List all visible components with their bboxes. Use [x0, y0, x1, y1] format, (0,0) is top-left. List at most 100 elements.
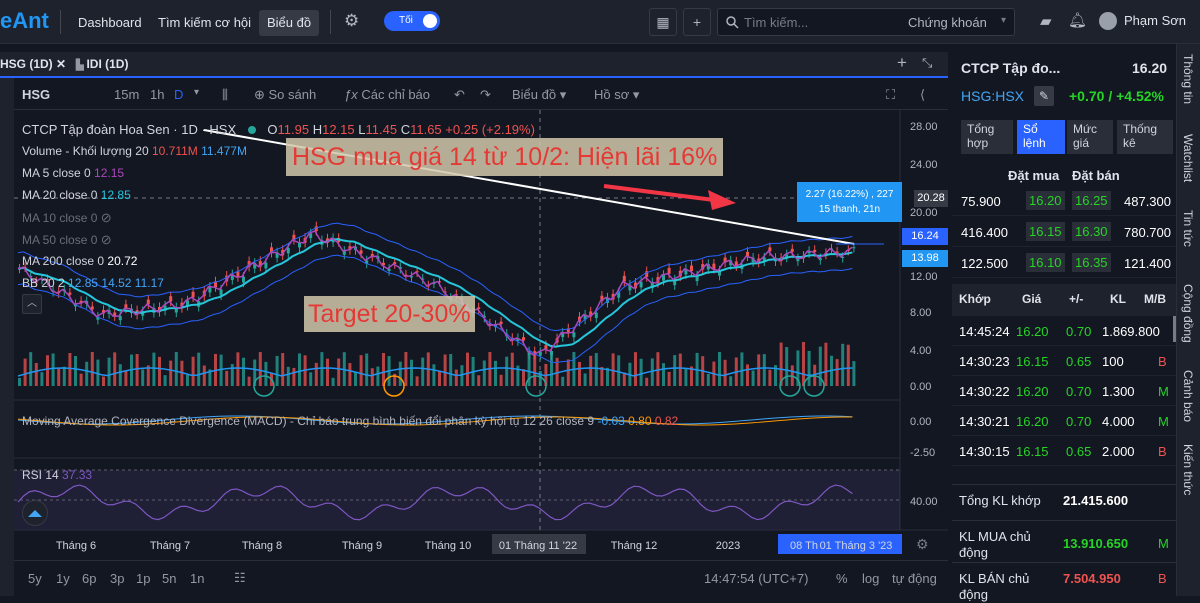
range-5y[interactable]: 5y — [28, 571, 42, 586]
avatar[interactable] — [1099, 12, 1117, 30]
price-axis-label: 20.00 — [910, 207, 938, 219]
trade-row[interactable]: 14:30:21 16.20 0.70 4.000 M — [952, 406, 1176, 436]
orderbook-row[interactable]: 416.400 16.15 16.30 780.700 — [952, 217, 1176, 247]
side-tab-alerts[interactable]: Cảnh báo — [1181, 370, 1195, 422]
measure-tooltip: 2.27 (16.22%) , 227 15 thanh, 21n — [797, 182, 902, 222]
undo-icon[interactable]: ↶ — [454, 87, 465, 103]
plus-icon[interactable]: + — [683, 8, 711, 36]
volume-bar — [40, 372, 44, 386]
settings-icon[interactable]: ⚙ — [916, 536, 929, 553]
trade-row[interactable]: 14:30:23 16.15 0.65 100 B — [952, 346, 1176, 376]
clock-readout[interactable]: 14:47:54 (UTC+7) — [704, 571, 808, 586]
trade-cell: M — [1158, 414, 1169, 429]
range-5d[interactable]: 5n — [162, 571, 176, 586]
candle — [572, 332, 576, 338]
tab-statistics[interactable]: Thống kê — [1117, 120, 1173, 154]
chart-type-button[interactable]: Biểu đồ ▾ — [512, 87, 566, 103]
trade-cell: 0.65 — [1066, 444, 1092, 459]
side-tab-community[interactable]: Cộng đồng — [1181, 284, 1195, 343]
trade-row[interactable]: 14:30:15 16.15 0.65 2.000 B — [952, 436, 1176, 466]
range-1m[interactable]: 1p — [136, 571, 150, 586]
nav-opportunity-search[interactable]: Tìm kiếm cơ hội — [150, 10, 259, 36]
edit-icon[interactable]: ✎ — [1034, 86, 1054, 106]
time-axis-label: Tháng 8 — [242, 540, 282, 552]
trade-cell: 1.300 — [1102, 384, 1135, 399]
side-tab-knowledge[interactable]: Kiến thức — [1181, 444, 1195, 495]
chat-icon[interactable]: ▰ — [1040, 12, 1052, 30]
trade-row[interactable]: 14:30:22 16.20 0.70 1.300 M — [952, 376, 1176, 406]
redo-icon[interactable]: ↷ — [480, 87, 491, 103]
compare-button[interactable]: ⊕ So sánh — [254, 87, 316, 103]
indicators-button[interactable]: ƒx Các chỉ báo — [344, 87, 430, 102]
search-input[interactable]: Tìm kiếm... — [744, 15, 808, 30]
range-1d[interactable]: 1n — [190, 571, 204, 586]
hidden-eye-icon[interactable]: ⊘ — [101, 210, 112, 225]
symbol-input[interactable]: HSG — [22, 87, 50, 102]
collapse-legend-button[interactable]: ︿ — [22, 294, 42, 314]
trade-cell: 16.15 — [1016, 444, 1049, 459]
volume-bar — [617, 355, 621, 386]
hidden-eye-icon[interactable]: ⊘ — [101, 232, 112, 247]
interval-d[interactable]: D — [174, 87, 183, 102]
fullscreen-icon[interactable]: ⛶ — [886, 87, 895, 103]
interval-15m[interactable]: 15m — [114, 87, 139, 102]
app-logo[interactable]: eAnt — [0, 8, 49, 34]
volume-bar — [57, 368, 61, 386]
chevron-down-icon[interactable]: ▾ — [194, 87, 199, 98]
price-chart[interactable]: 28.0024.0020.0016.0012.008.004.000.000.0… — [14, 110, 948, 556]
range-6m[interactable]: 6p — [82, 571, 96, 586]
bid-header: Đặt mua — [1008, 168, 1060, 183]
user-name[interactable]: Phạm Sơn — [1124, 13, 1186, 28]
candle — [622, 275, 626, 282]
chevron-down-icon: ▾ — [1000, 15, 1006, 26]
candles-icon[interactable]: ⫼ — [222, 87, 228, 103]
nav-chart[interactable]: Biểu đồ — [259, 10, 320, 36]
cloud-icon[interactable] — [22, 500, 48, 526]
total-side: B — [1158, 571, 1167, 586]
profile-button[interactable]: Hồ sơ ▾ — [594, 87, 639, 103]
orderbook-cell: 16.30 — [1072, 222, 1111, 241]
calendar-icon[interactable]: ☷ — [234, 570, 246, 586]
interval-1h[interactable]: 1h — [150, 87, 164, 102]
close-icon[interactable]: ✕ — [56, 57, 66, 71]
volume-bar — [158, 356, 161, 386]
side-tab-info[interactable]: Thông tin — [1181, 54, 1195, 104]
log-toggle[interactable]: log — [862, 571, 879, 586]
side-tab-watchlist[interactable]: Watchlist — [1181, 134, 1195, 182]
volume-bar — [320, 352, 324, 386]
candle — [264, 262, 268, 269]
share-icon[interactable]: ⟨ — [920, 87, 925, 103]
volume-bar — [684, 368, 688, 386]
tab-orderbook[interactable]: Sổ lệnh — [1017, 120, 1065, 154]
tab-hsg[interactable]: HSG (1D) ✕ — [0, 52, 66, 76]
range-3m[interactable]: 3p — [110, 571, 124, 586]
orderbook-cell: 122.500 — [961, 256, 1008, 271]
theme-toggle[interactable]: Tối — [384, 11, 440, 31]
nav-dashboard[interactable]: Dashboard — [70, 10, 150, 36]
side-tab-news[interactable]: Tin tức — [1181, 210, 1195, 247]
orderbook-row[interactable]: 122.500 16.10 16.35 121.400 — [952, 248, 1176, 278]
search-bar[interactable]: Tìm kiếm... Chứng khoán ▾ — [717, 8, 1015, 36]
collapse-icon[interactable]: ⤡ — [922, 55, 932, 71]
chart-area[interactable]: 28.0024.0020.0016.0012.008.004.000.000.0… — [14, 110, 948, 556]
trade-row[interactable]: 14:45:24 16.20 0.70 1.869.800 — [952, 316, 1176, 346]
tab-price-levels[interactable]: Mức giá — [1067, 120, 1113, 154]
tab-idi[interactable]: ▙ IDI (1D) — [76, 52, 128, 76]
percent-toggle[interactable]: % — [836, 571, 848, 586]
bell-icon[interactable]: 🔔︎ — [1068, 11, 1087, 29]
total-row: KL MUA chủ động 13.910.650 M — [952, 520, 1176, 560]
tab-summary[interactable]: Tổng hợp — [961, 120, 1013, 154]
orderbook-row[interactable]: 75.900 16.20 16.25 487.300 — [952, 186, 1176, 216]
grid-icon[interactable]: ▦ — [649, 8, 677, 36]
volume-bar — [286, 366, 290, 386]
add-tab-icon[interactable]: + — [897, 53, 907, 73]
range-1y[interactable]: 1y — [56, 571, 70, 586]
side-tabs: Thông tin Watchlist Tin tức Cộng đồng Cả… — [1176, 44, 1200, 596]
volume-bar — [191, 356, 195, 386]
time-axis-label: Tháng 6 — [56, 540, 96, 552]
volume-bar — [163, 375, 167, 386]
auto-toggle[interactable]: tự động — [892, 571, 937, 586]
search-scope-select[interactable]: Chứng khoán — [908, 15, 987, 30]
gear-icon[interactable]: ⚙ — [344, 11, 359, 31]
volume-bar — [415, 376, 419, 386]
